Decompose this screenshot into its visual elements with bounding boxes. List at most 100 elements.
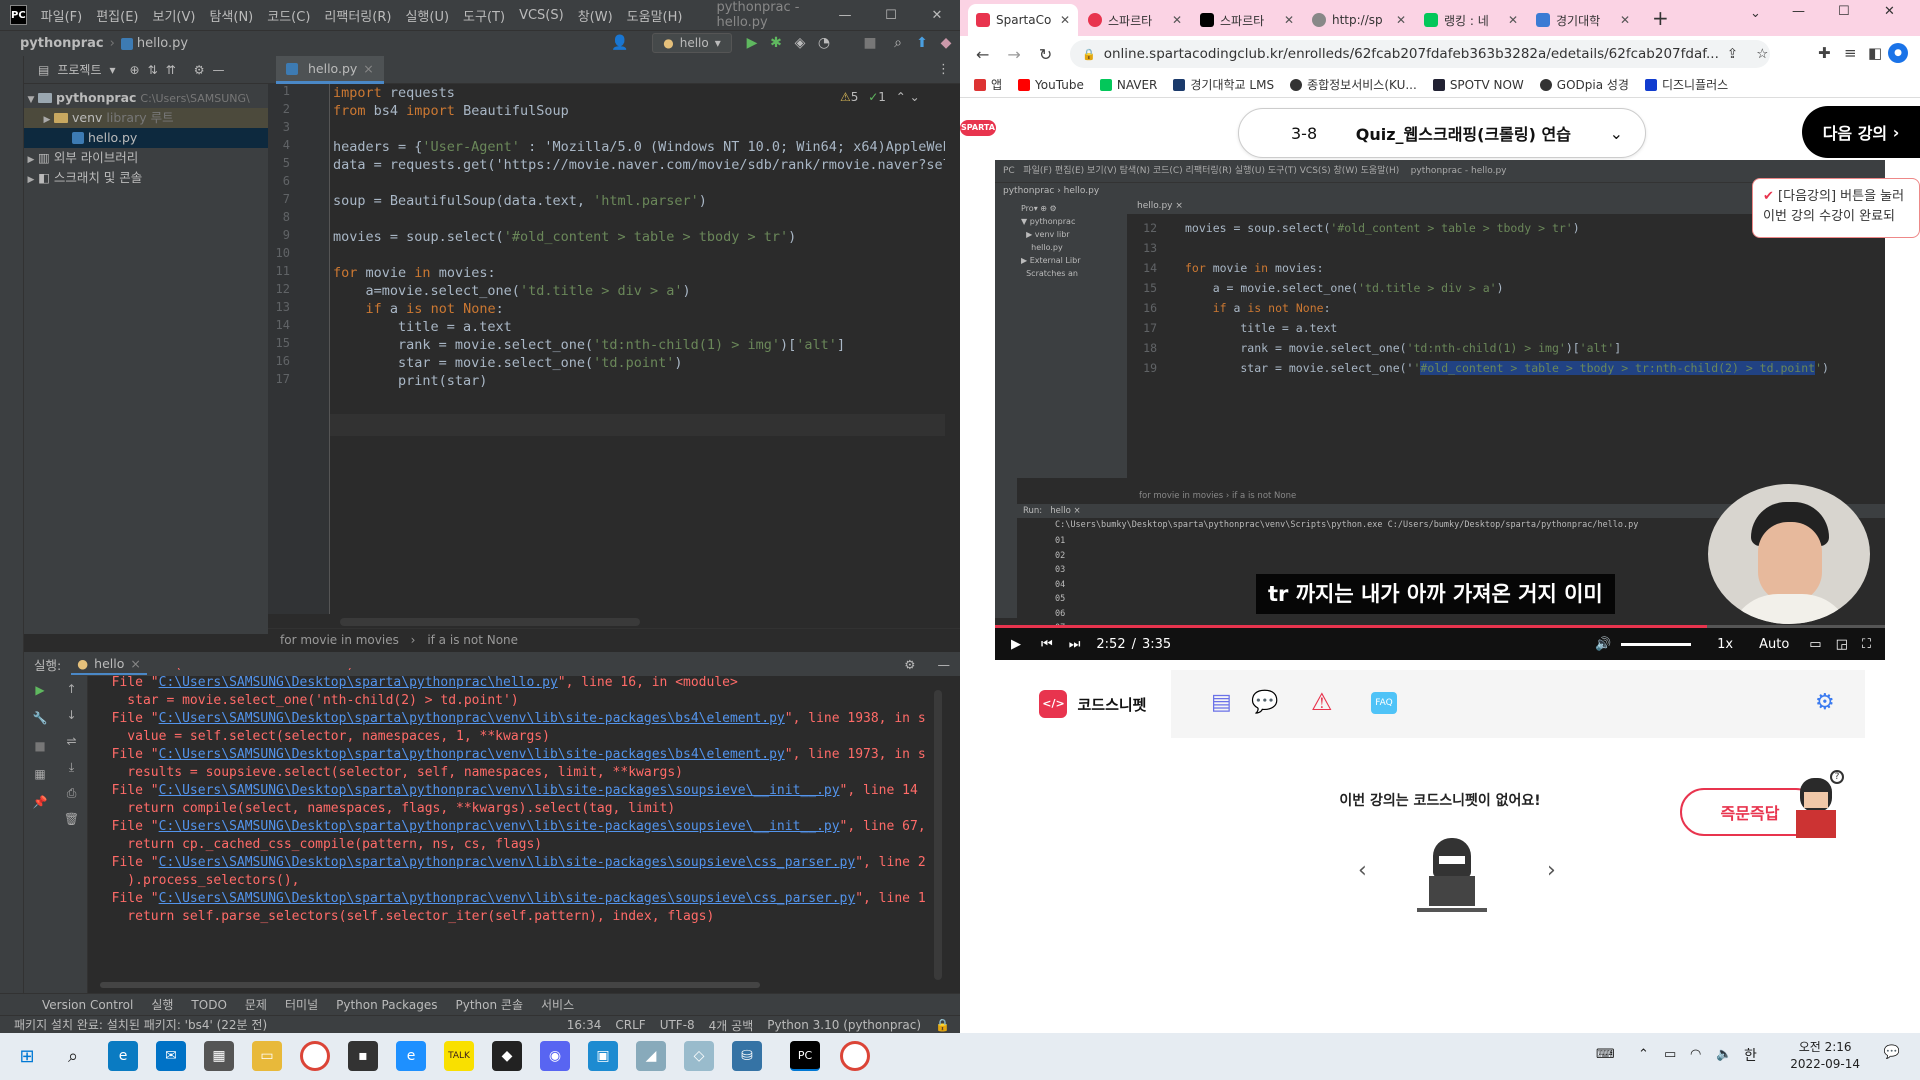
run-console[interactable]: Traceback (most recent call last): File … <box>96 668 944 988</box>
expand-icon[interactable]: ⇅ <box>148 63 158 77</box>
pip-icon[interactable]: ◲ <box>1836 637 1848 652</box>
menu-view[interactable]: 보기(V) <box>153 6 196 25</box>
update-icon[interactable]: ⬆ <box>912 33 932 53</box>
traceback-file-link[interactable]: C:\Users\SAMSUNG\Desktop\sparta\pythonpr… <box>159 819 840 834</box>
traceback-file-link[interactable]: C:\Users\SAMSUNG\Desktop\sparta\pythonpr… <box>159 891 856 906</box>
bookmark-spotv[interactable]: SPOTV NOW <box>1432 78 1524 92</box>
chevron-up-icon[interactable]: ⌃ <box>1638 1047 1649 1062</box>
breadcrumb-file[interactable]: hello.py <box>137 36 188 51</box>
tool-version-control[interactable]: Version Control <box>42 998 133 1012</box>
run-icon[interactable]: ▶ <box>742 33 762 53</box>
traceback-file-link[interactable]: C:\Users\SAMSUNG\Desktop\sparta\pythonpr… <box>159 783 840 798</box>
lock-icon[interactable]: 🔒 <box>935 1018 950 1032</box>
status-interpreter[interactable]: Python 3.10 (pythonprac) <box>767 1018 921 1032</box>
tool-terminal[interactable]: 터미널 <box>285 996 318 1013</box>
volume-icon[interactable]: 🔊 <box>1595 637 1611 652</box>
back-icon[interactable]: ← <box>976 45 989 64</box>
editor-hscrollbar[interactable] <box>340 618 640 626</box>
menu-file[interactable]: 파일(F) <box>41 6 83 25</box>
search-icon[interactable]: ⌕ <box>58 1041 88 1071</box>
tool-run[interactable]: 실행 <box>151 996 173 1013</box>
trash-icon[interactable]: 🗑 <box>56 806 87 832</box>
browser-tab-5[interactable]: 경기대학 ✕ <box>1528 4 1638 36</box>
menu-edit[interactable]: 편집(E) <box>96 6 138 25</box>
quality-button[interactable]: Auto <box>1759 637 1789 652</box>
discord-icon[interactable]: ◉ <box>540 1041 570 1071</box>
prev-icon[interactable]: ⏮ <box>1041 637 1053 652</box>
close-icon[interactable]: ✕ <box>914 8 960 23</box>
close-icon[interactable]: ✕ <box>1620 13 1630 27</box>
scroll-end-icon[interactable]: ⤓ <box>56 754 87 780</box>
tree-venv[interactable]: ▶ venv library 루트 <box>24 108 268 128</box>
tool-services[interactable]: 서비스 <box>541 996 574 1013</box>
bookmark-ku-service[interactable]: 종합정보서비스(KU... <box>1290 76 1417 93</box>
menu-tools[interactable]: 도구(T) <box>463 6 505 25</box>
user-icon[interactable]: 👤 <box>610 33 630 53</box>
lock-icon[interactable]: 🔒 <box>1082 48 1096 61</box>
traceback-file-link[interactable]: C:\Users\SAMSUNG\Desktop\sparta\pythonpr… <box>159 711 785 726</box>
profile-avatar[interactable]: ● <box>1888 43 1908 63</box>
reload-icon[interactable]: ↻ <box>1039 45 1052 64</box>
minimize-icon[interactable]: — <box>1792 4 1805 19</box>
breadcrumb-project[interactable]: pythonprac <box>20 36 104 51</box>
menu-window[interactable]: 창(W) <box>578 6 613 25</box>
wrench-icon[interactable]: 🔧 <box>24 704 56 732</box>
browser-tab-3[interactable]: http://sp ✕ <box>1304 4 1414 36</box>
search-icon[interactable]: ⌕ <box>888 33 908 53</box>
status-line-ending[interactable]: CRLF <box>615 1018 645 1032</box>
app-icon[interactable]: ◆ <box>492 1041 522 1071</box>
address-bar[interactable]: 🔒 online.spartacodingclub.kr/enrolleds/6… <box>1070 40 1770 68</box>
speed-button[interactable]: 1x <box>1717 637 1733 652</box>
code-area[interactable]: import requests from bs4 import Beautiful… <box>333 84 945 614</box>
gear-icon[interactable]: ⚙ <box>1815 690 1835 715</box>
chrome-icon[interactable] <box>840 1041 870 1071</box>
rerun-icon[interactable]: ▶ <box>24 676 56 704</box>
menu-run[interactable]: 실행(U) <box>405 6 449 25</box>
tab-code-snippet[interactable]: </> 코드스니펫 <box>1015 670 1171 738</box>
play-icon[interactable]: ▶ <box>1011 637 1021 652</box>
tree-external-libs[interactable]: ▶ ▥ 외부 라이브러리 <box>24 148 268 168</box>
profile-icon[interactable]: ◔ <box>814 33 834 53</box>
chevron-left-icon[interactable]: ‹ <box>1358 858 1367 883</box>
status-indent[interactable]: 4개 공백 <box>709 1017 754 1034</box>
close-icon[interactable]: ✕ <box>1396 13 1406 27</box>
app-icon[interactable]: ◢ <box>636 1041 666 1071</box>
calculator-icon[interactable]: ▦ <box>204 1041 234 1071</box>
minimize-icon[interactable]: — <box>822 8 868 23</box>
maximize-icon[interactable]: ☐ <box>868 8 914 23</box>
sparta-logo[interactable]: SPARTA <box>960 120 996 136</box>
browser-tab-1[interactable]: 스파르타 ✕ <box>1080 4 1190 36</box>
file-explorer-icon[interactable]: ▭ <box>252 1041 282 1071</box>
stop-icon[interactable]: ■ <box>24 732 56 760</box>
tab-search-icon[interactable]: ⌄ <box>1750 6 1761 21</box>
stop-icon[interactable]: ■ <box>860 33 880 53</box>
status-encoding[interactable]: UTF-8 <box>660 1018 695 1032</box>
close-icon[interactable]: ✕ <box>1172 13 1182 27</box>
fullscreen-icon[interactable]: ⛶ <box>1862 637 1871 652</box>
chevron-right-icon[interactable]: › <box>1547 858 1556 883</box>
traceback-file-link[interactable]: C:\Users\SAMSUNG\Desktop\sparta\pythonpr… <box>159 675 558 690</box>
traceback-file-link[interactable]: C:\Users\SAMSUNG\Desktop\sparta\pythonpr… <box>159 747 785 762</box>
tool-python-packages[interactable]: Python Packages <box>336 998 437 1012</box>
browser-tab-2[interactable]: 스파르타 ✕ <box>1192 4 1302 36</box>
mail-icon[interactable]: ✉ <box>156 1041 186 1071</box>
taskbar-clock[interactable]: 오전 2:16 2022-09-14 <box>1790 1039 1860 1073</box>
ie-icon[interactable]: e <box>396 1041 426 1071</box>
status-position[interactable]: 16:34 <box>567 1018 602 1032</box>
menu-code[interactable]: 코드(C) <box>267 6 310 25</box>
next-icon[interactable]: ⏭ <box>1069 637 1081 652</box>
notes-icon[interactable]: ▤ <box>1211 690 1232 715</box>
next-lecture-button[interactable]: 다음 강의 › <box>1802 106 1920 158</box>
python-icon[interactable]: ⛁ <box>732 1041 762 1071</box>
close-icon[interactable]: ✕ <box>1060 13 1070 27</box>
ime-indicator[interactable]: 한 <box>1744 1045 1757 1065</box>
status-message[interactable]: 패키지 설치 완료: 설치된 패키지: 'bs4' (22분 전) <box>14 1016 267 1033</box>
crumb-if[interactable]: if a is not None <box>427 633 518 647</box>
arrow-up-icon[interactable]: ↑ <box>56 676 87 702</box>
keyboard-icon[interactable]: ⌨ <box>1596 1047 1615 1062</box>
tool-problems[interactable]: 문제 <box>245 996 267 1013</box>
crumb-for[interactable]: for movie in movies <box>280 633 399 647</box>
bookmark-kgu-lms[interactable]: 경기대학교 LMS <box>1173 76 1274 93</box>
volume-slider[interactable] <box>1621 642 1692 646</box>
inspection-widget[interactable]: ⚠5 ✓1 ⌃ ⌄ <box>840 90 920 104</box>
